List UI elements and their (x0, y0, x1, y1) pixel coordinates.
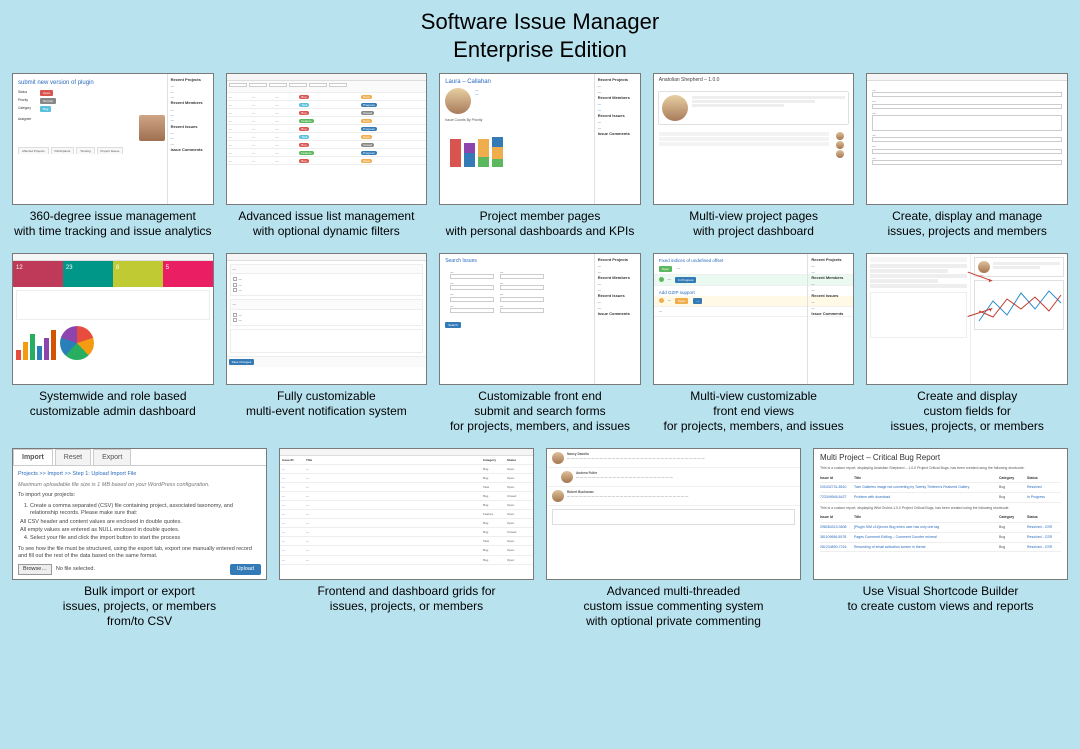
member-name: Laura – Callahan (445, 78, 592, 86)
avatar (445, 88, 471, 114)
tab-bar: Import Reset Export (13, 449, 266, 466)
search-button[interactable]: Search (445, 322, 461, 328)
thumbnail: Fixed indices of undefined offset Open— … (653, 253, 855, 385)
row-2: 12 23 8 5 (12, 253, 1068, 434)
caption: Use Visual Shortcode Builder to create c… (813, 584, 1068, 614)
tab-import[interactable]: Import (13, 449, 53, 465)
title-line-1: Software Issue Manager (421, 9, 659, 34)
breadcrumb: Projects >> Import >> Step 1: Upload Imp… (18, 471, 261, 478)
caption: Systemwide and role based customizable a… (12, 389, 214, 419)
tab-bar: Affected Projects Participants Timelog P… (18, 147, 165, 154)
thumbnail: Laura – Callahan —— Issue Counts By Prio… (439, 73, 641, 205)
caption: Advanced multi-threaded custom issue com… (546, 584, 801, 629)
caption: Create and display custom fields for iss… (866, 389, 1068, 434)
form-title: Search Issues (445, 258, 592, 265)
avatar (662, 95, 688, 121)
browse-button[interactable]: Browse… (18, 564, 52, 575)
row-3: Import Reset Export Projects >> Import >… (12, 448, 1068, 629)
thumbnail: — (866, 253, 1068, 385)
feature-card: submit new version of plugin StatusOpen … (12, 73, 214, 239)
thumbnail: Search Issues — — — — — — — — Search Rec… (439, 253, 641, 385)
report-title: Multi Project – Critical Bug Report (814, 449, 1067, 466)
caption: Frontend and dashboard grids for issues,… (279, 584, 534, 614)
caption: Customizable front end submit and search… (439, 389, 641, 434)
tab-export[interactable]: Export (93, 449, 131, 465)
avatar (561, 471, 573, 483)
page-title: Software Issue Manager Enterprise Editio… (12, 8, 1068, 63)
thumbnail: — — — — — — (866, 73, 1068, 205)
row-1: submit new version of plugin StatusOpen … (12, 73, 1068, 239)
feature-card: Fixed indices of undefined offset Open— … (653, 253, 855, 434)
thumbnail: Import Reset Export Projects >> Import >… (12, 448, 267, 580)
thumbnail: Nancy Davolio— — — — — — — — — — — — — —… (546, 448, 801, 580)
bar-chart (16, 326, 56, 360)
kpi-tiles: 12 23 8 5 (13, 261, 213, 287)
feature-card: ———BugOpen ———TaskProgress ———BugClosed … (226, 73, 428, 239)
thumbnail: Anatolian Shepherd – 1.0.0 (653, 73, 855, 205)
thumbnail: Issue IDTitleCategoryStatus ——BugOpen ——… (279, 448, 534, 580)
line-chart (975, 281, 1063, 331)
save-button[interactable]: Save Changes (229, 359, 255, 365)
caption: Fully customizable multi-event notificat… (226, 389, 428, 419)
feature-card: — — — — — — Create, display and manage i… (866, 73, 1068, 239)
avatar (552, 490, 564, 502)
caption: Multi-view customizable front end views … (653, 389, 855, 434)
sidebar: Recent Projects——— Recent Members——— Rec… (167, 74, 213, 204)
thumbnail: Multi Project – Critical Bug Report This… (813, 448, 1068, 580)
issue-title: submit new version of plugin (18, 79, 165, 87)
tab-reset[interactable]: Reset (55, 449, 91, 465)
thumbnail: ———BugOpen ———TaskProgress ———BugClosed … (226, 73, 428, 205)
avatar (139, 115, 165, 141)
file-status: No file selected. (56, 566, 95, 573)
thumbnail: — — — — — — — Save Changes (226, 253, 428, 385)
feature-card: Multi Project – Critical Bug Report This… (813, 448, 1068, 629)
caption: Bulk import or export issues, projects, … (12, 584, 267, 629)
avatar (552, 452, 564, 464)
feature-card: Import Reset Export Projects >> Import >… (12, 448, 267, 629)
feature-card: — Create and display custom fields for i… (866, 253, 1068, 434)
project-name: Anatolian Shepherd – 1.0.0 (654, 74, 854, 87)
feature-card: Nancy Davolio— — — — — — — — — — — — — —… (546, 448, 801, 629)
upload-button[interactable]: Upload (230, 564, 261, 575)
caption: Advanced issue list management with opti… (226, 209, 428, 239)
page: Software Issue Manager Enterprise Editio… (0, 0, 1080, 749)
title-line-2: Enterprise Edition (453, 37, 627, 62)
pie-chart (60, 326, 94, 360)
caption: Create, display and manage issues, proje… (866, 209, 1068, 239)
feature-card: Search Issues — — — — — — — — Search Rec… (439, 253, 641, 434)
thumbnail: submit new version of plugin StatusOpen … (12, 73, 214, 205)
caption: Multi-view project pages with project da… (653, 209, 855, 239)
feature-card: — — — — — — — Save Changes Fu (226, 253, 428, 434)
feature-card: Laura – Callahan —— Issue Counts By Prio… (439, 73, 641, 239)
feature-card: Issue IDTitleCategoryStatus ——BugOpen ——… (279, 448, 534, 629)
caption: Project member pages with personal dashb… (439, 209, 641, 239)
issue-table: ———BugOpen ———TaskProgress ———BugClosed … (227, 93, 427, 165)
caption: 360-degree issue management with time tr… (12, 209, 214, 239)
feature-card: Anatolian Shepherd – 1.0.0 (653, 73, 855, 239)
feature-card: 12 23 8 5 (12, 253, 214, 434)
thumbnail: 12 23 8 5 (12, 253, 214, 385)
